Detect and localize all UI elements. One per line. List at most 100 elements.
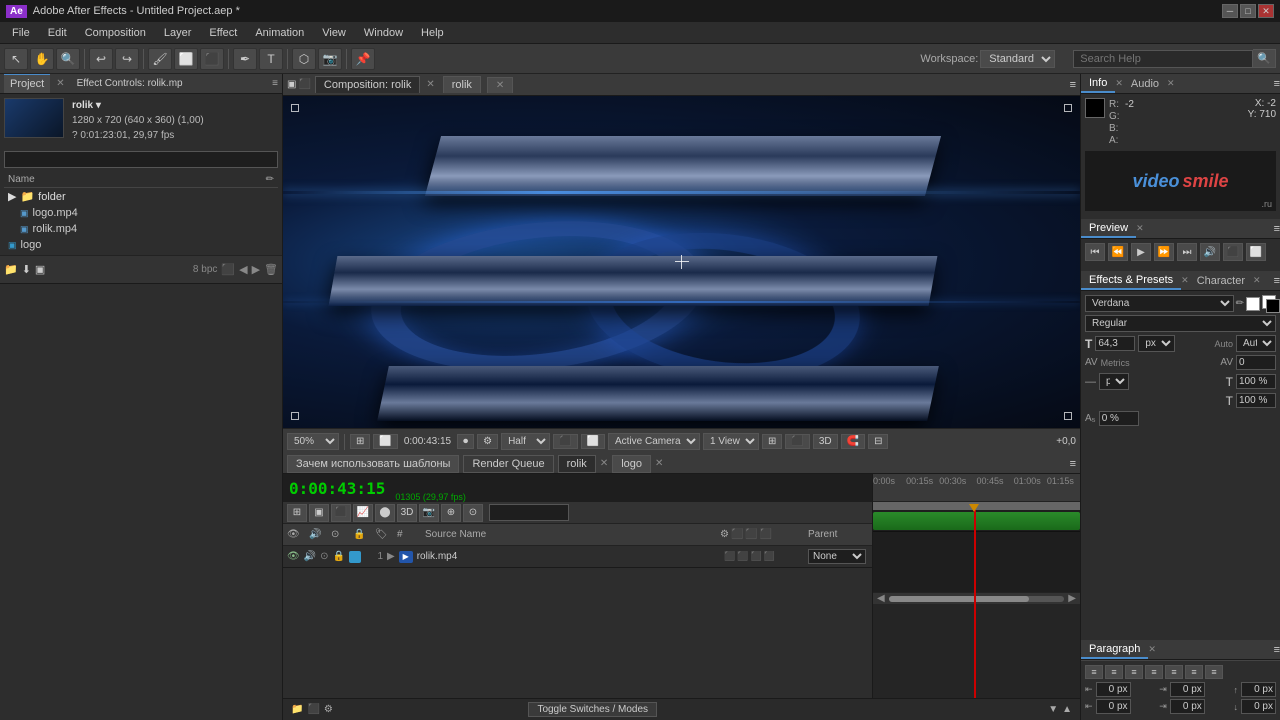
- close-button[interactable]: ✕: [1258, 4, 1274, 18]
- maximize-button[interactable]: □: [1240, 4, 1256, 18]
- view-selector[interactable]: 1 View: [703, 433, 759, 450]
- tl-tab-render[interactable]: Render Queue: [463, 455, 553, 473]
- view-options-btn[interactable]: ⬛: [785, 434, 809, 449]
- unit-selector[interactable]: px: [1099, 373, 1129, 390]
- workspace-selector[interactable]: Standard: [980, 50, 1055, 68]
- layer-parent-dropdown[interactable]: None: [808, 549, 868, 564]
- paragraph-tab[interactable]: Paragraph: [1081, 641, 1148, 659]
- audio-tab[interactable]: Audio: [1123, 76, 1167, 92]
- tool-camera[interactable]: 📷: [318, 48, 342, 70]
- panel-menu-btn[interactable]: ≡: [272, 78, 278, 89]
- render-btn[interactable]: ⬜: [581, 434, 605, 449]
- file-tree[interactable]: ▶ 📁 folder ▣ logo.mp4 ▣ rolik.mp4 ▣ l: [4, 188, 278, 251]
- tl-graph-btn[interactable]: 📈: [353, 504, 373, 522]
- para-panel-menu[interactable]: ≡: [1274, 644, 1280, 656]
- menu-help[interactable]: Help: [413, 25, 452, 41]
- tl-3d-layer-btn[interactable]: 3D: [397, 504, 417, 522]
- audio-tab-close[interactable]: ✕: [1167, 78, 1175, 89]
- minimize-button[interactable]: ─: [1222, 4, 1238, 18]
- preview-next-btn[interactable]: ⏩: [1154, 243, 1174, 261]
- justify-all-btn[interactable]: ≡: [1205, 665, 1223, 679]
- tl-tab-logo[interactable]: logo: [612, 455, 651, 473]
- tree-item-logo-comp[interactable]: ▣ logo: [4, 237, 278, 251]
- tl-tab-zachem[interactable]: Зачем использовать шаблоны: [287, 455, 459, 473]
- tl-menu-btn[interactable]: ≡: [1070, 458, 1076, 470]
- menu-effect[interactable]: Effect: [201, 25, 245, 41]
- import-icon[interactable]: ⬇: [22, 263, 31, 276]
- para-tab-close[interactable]: ✕: [1148, 644, 1156, 655]
- tl-icon1[interactable]: 📁: [291, 704, 303, 715]
- tracking-input[interactable]: [1236, 355, 1276, 370]
- grid-btn[interactable]: ⊞: [350, 434, 370, 449]
- preview-fullscreen-btn[interactable]: ⬜: [1246, 243, 1266, 261]
- tl-playhead[interactable]: [974, 510, 976, 698]
- tool-undo[interactable]: ↩: [89, 48, 113, 70]
- menu-edit[interactable]: Edit: [40, 25, 75, 41]
- font-size-unit[interactable]: px pt: [1138, 335, 1175, 352]
- preview-loop-btn[interactable]: ⬛: [1223, 243, 1243, 261]
- menu-layer[interactable]: Layer: [156, 25, 200, 41]
- menu-composition[interactable]: Composition: [77, 25, 154, 41]
- menu-animation[interactable]: Animation: [247, 25, 312, 41]
- tree-item-rolik-mp4[interactable]: ▣ rolik.mp4: [4, 221, 278, 237]
- tl-tab-rolik-close[interactable]: ✕: [600, 458, 608, 469]
- snap-btn[interactable]: 🧲: [841, 434, 865, 449]
- tl-icon2[interactable]: ⬛: [307, 704, 319, 715]
- preview-audio-btn[interactable]: 🔊: [1200, 243, 1220, 261]
- project-tab[interactable]: Project: [4, 74, 50, 93]
- menu-window[interactable]: Window: [356, 25, 411, 41]
- tl-clip-1[interactable]: [873, 512, 1080, 530]
- auto-kern-selector[interactable]: Auto: [1236, 335, 1276, 352]
- tool-stamp[interactable]: ⬜: [174, 48, 198, 70]
- tl-adjust-btn[interactable]: ⊙: [463, 504, 483, 522]
- tl-select-all-btn[interactable]: ⊞: [287, 504, 307, 522]
- indent-right-input[interactable]: [1170, 682, 1205, 697]
- stroke-pct-input[interactable]: [1236, 393, 1276, 408]
- preview-first-btn[interactable]: ⏮: [1085, 243, 1105, 261]
- guide-btn[interactable]: ⊟: [868, 434, 888, 449]
- preview-play-btn[interactable]: ▶: [1131, 243, 1151, 261]
- color-settings-icon[interactable]: ⬛: [221, 263, 235, 276]
- trash-icon[interactable]: 🗑: [264, 263, 278, 276]
- ep-panel-menu[interactable]: ≡: [1274, 275, 1280, 287]
- scroll-left-btn[interactable]: ◀: [877, 593, 885, 604]
- preview-tab[interactable]: Preview: [1081, 220, 1136, 238]
- tl-icon3[interactable]: ⚙: [324, 704, 333, 715]
- align-left-btn[interactable]: ≡: [1085, 665, 1103, 679]
- tl-new-comp-btn[interactable]: ▣: [309, 504, 329, 522]
- search-help-input[interactable]: [1073, 50, 1253, 68]
- prev-nav-icon[interactable]: ◀: [239, 263, 247, 276]
- camera-rec-btn[interactable]: ⏺: [457, 434, 474, 449]
- effect-controls-tab[interactable]: Effect Controls: rolik.mp: [71, 74, 189, 93]
- font-stroke-color-black[interactable]: [1266, 299, 1280, 313]
- tl-tab-logo-close[interactable]: ✕: [655, 458, 663, 469]
- menu-file[interactable]: File: [4, 25, 38, 41]
- comp-settings-btn[interactable]: ⚙: [477, 434, 498, 449]
- tool-eraser[interactable]: ⬛: [200, 48, 224, 70]
- scroll-right-btn[interactable]: ▶: [1068, 593, 1076, 604]
- tool-brush[interactable]: 🖌: [148, 48, 172, 70]
- font-size-input[interactable]: [1095, 336, 1135, 351]
- indent-right2-input[interactable]: [1170, 699, 1205, 714]
- toggle-switches-btn[interactable]: Toggle Switches / Modes: [528, 702, 657, 717]
- preview-tab-close[interactable]: ✕: [1136, 223, 1144, 234]
- layer-lock-icon[interactable]: 🔒: [333, 551, 345, 562]
- tl-search-input[interactable]: [489, 504, 569, 521]
- character-tab[interactable]: Character: [1189, 273, 1253, 289]
- tl-solo-btn[interactable]: ⬛: [331, 504, 351, 522]
- 3d-btn[interactable]: 3D: [813, 434, 838, 449]
- layer-row-1[interactable]: 👁 🔊 ⊙ 🔒 1 ▶ ▶ rolik.mp4 ⬛⬛⬛⬛: [283, 546, 872, 568]
- camera-selector[interactable]: Active Camera: [608, 433, 700, 450]
- font-fill-color[interactable]: [1246, 297, 1260, 311]
- layer-eye-icon[interactable]: 👁: [287, 551, 300, 562]
- panel-close-dot[interactable]: ✕: [54, 78, 66, 89]
- layer-audio-icon[interactable]: 🔊: [304, 551, 316, 562]
- scroll-thumb[interactable]: [889, 596, 1029, 602]
- comp-tab-close[interactable]: ✕: [426, 79, 434, 90]
- fill-pct-input[interactable]: [1236, 374, 1276, 389]
- effects-presets-tab[interactable]: Effects & Presets: [1081, 272, 1181, 290]
- quality-selector[interactable]: Half Full Third: [501, 433, 550, 450]
- justify-right-btn[interactable]: ≡: [1185, 665, 1203, 679]
- preview-panel-menu[interactable]: ≡: [1274, 223, 1280, 235]
- zoom-fit-btn[interactable]: ⬜: [373, 434, 397, 449]
